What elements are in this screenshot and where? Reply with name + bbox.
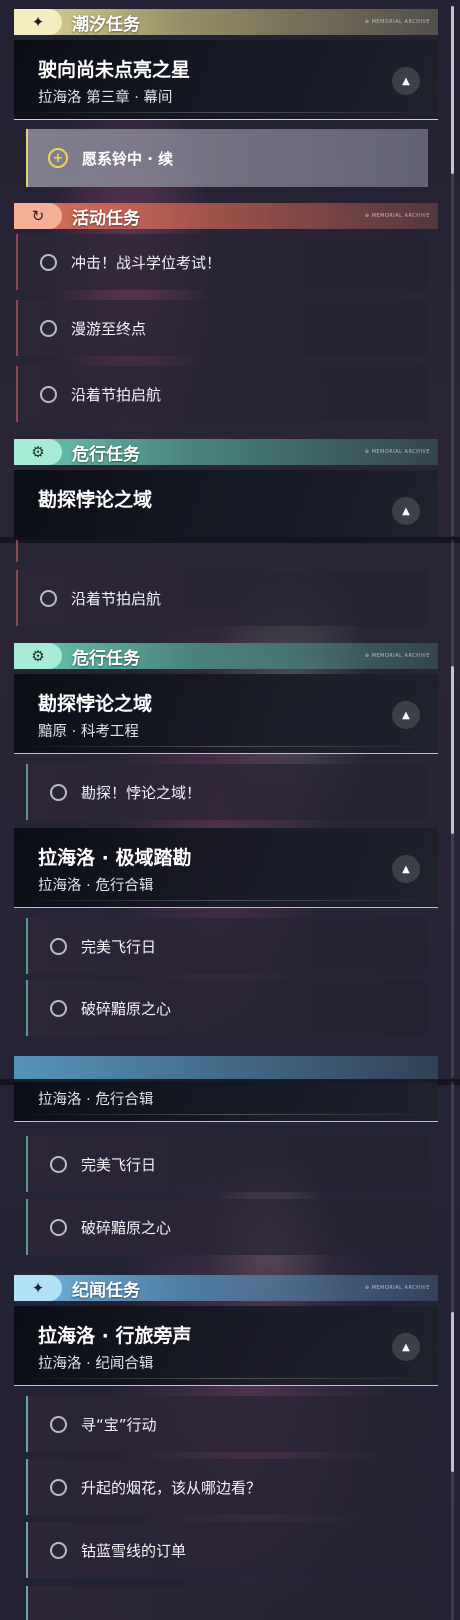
section-header-danger[interactable]: ⚙ 危行任务 ⊕ MEMORIAL ARCHIVE <box>14 643 438 669</box>
scrollbar-thumb[interactable] <box>451 666 454 834</box>
task-label: 勘探！悖论之域！ <box>81 783 202 802</box>
plus-circle-icon: + <box>48 148 68 168</box>
task-row-heart[interactable]: 破碎黯原之心 <box>26 980 428 1036</box>
task-label: 完美飞行日 <box>81 937 157 956</box>
section-header-tide[interactable]: ✦ 潮汐任务 ⊕ MEMORIAL ARCHIVE <box>14 9 438 35</box>
section-header-danger[interactable]: ⚙ 危行任务 ⊕ MEMORIAL ARCHIVE <box>14 439 438 465</box>
circle-icon <box>50 1415 67 1433</box>
screen-segment-1: ✦ 潮汐任务 ⊕ MEMORIAL ARCHIVE 驶向尚未点亮之星 拉海洛 第… <box>0 0 460 540</box>
sparkle-icon: ✦ <box>14 1275 62 1301</box>
section-title: 危行任务 <box>72 648 140 669</box>
section-title: 危行任务 <box>72 444 140 465</box>
task-row-bell[interactable]: + 愿系铃中 · 续 <box>26 129 428 187</box>
task-row-treasure[interactable]: 寻“宝”行动 <box>26 1396 428 1452</box>
section-tag: ⊕ MEMORIAL ARCHIVE <box>364 449 430 455</box>
task-row-sail[interactable]: 沿着节拍启航 <box>16 570 428 626</box>
quest-title: 驶向尚未点亮之星 <box>38 59 191 81</box>
quest-subtitle: 拉海洛 · 危行合辑 <box>38 878 154 894</box>
circle-icon <box>50 999 67 1017</box>
circle-icon <box>50 1478 67 1496</box>
quest-card-polar[interactable]: 拉海洛 · 危行合辑 <box>14 1082 438 1122</box>
task-label: 破碎黯原之心 <box>81 999 172 1018</box>
section-tag: ⊕ MEMORIAL ARCHIVE <box>364 19 430 25</box>
task-label: 寻“宝”行动 <box>81 1415 157 1434</box>
section-title: 纪闻任务 <box>72 1280 140 1301</box>
task-row-sail[interactable]: 沿着节拍启航 <box>16 366 428 422</box>
quest-card-polar[interactable]: 拉海洛 · 极域踏勘 拉海洛 · 危行合辑 ▲ <box>14 828 438 908</box>
task-label: 愿系铃中 · 续 <box>82 149 174 168</box>
task-row-stub <box>16 540 18 562</box>
quest-card-travel[interactable]: 拉海洛 · 行旅旁声 拉海洛 · 纪闻合辑 ▲ <box>14 1306 438 1386</box>
gear-icon: ⚙ <box>14 643 62 669</box>
quest-subtitle: 拉海洛 第三章 · 幕间 <box>38 90 173 106</box>
task-label: 破碎黯原之心 <box>81 1218 172 1237</box>
task-row-partial[interactable] <box>26 1586 428 1620</box>
section-tag: ⊕ MEMORIAL ARCHIVE <box>364 213 430 219</box>
task-label: 漫游至终点 <box>71 319 147 338</box>
collapse-icon[interactable]: ▲ <box>392 701 420 729</box>
circle-icon <box>40 589 57 607</box>
task-label: 冲击！战斗学位考试！ <box>71 253 222 272</box>
collapse-icon[interactable]: ▲ <box>392 67 420 95</box>
section-tag: ⊕ MEMORIAL ARCHIVE <box>364 1285 430 1291</box>
section-tag: ⊕ MEMORIAL ARCHIVE <box>364 653 430 659</box>
refresh-icon: ↻ <box>14 203 62 229</box>
quest-title: 勘探悖论之域 <box>38 693 153 715</box>
section-title: 活动任务 <box>72 208 140 229</box>
quest-subtitle: 黯原 · 科考工程 <box>38 724 139 740</box>
task-row-heart[interactable]: 破碎黯原之心 <box>26 1199 428 1255</box>
task-label: 升起的烟花，该从哪边看？ <box>81 1478 262 1497</box>
quest-card-paradox[interactable]: 勘探悖论之域 黯原 · 科考工程 ▲ <box>14 674 438 754</box>
task-row-explore[interactable]: 勘探！悖论之域！ <box>26 764 428 820</box>
quest-card-star[interactable]: 驶向尚未点亮之星 拉海洛 第三章 · 幕间 ▲ <box>14 40 438 120</box>
gear-icon: ⚙ <box>14 439 62 465</box>
task-row-order[interactable]: 钴蓝雪线的订单 <box>26 1522 428 1578</box>
scrollbar-thumb[interactable] <box>451 1312 454 1472</box>
circle-icon <box>40 319 57 337</box>
quest-title: 拉海洛 · 极域踏勘 <box>38 847 192 869</box>
circle-icon <box>50 1218 67 1236</box>
task-label: 沿着节拍启航 <box>71 385 162 404</box>
section-header-lore[interactable]: ✦ 纪闻任务 ⊕ MEMORIAL ARCHIVE <box>14 1275 438 1301</box>
task-label: 完美飞行日 <box>81 1155 157 1174</box>
screen-segment-2: 沿着节拍启航 ⚙ 危行任务 ⊕ MEMORIAL ARCHIVE 勘探悖论之域 … <box>0 540 460 1082</box>
task-label: 钴蓝雪线的订单 <box>81 1541 187 1560</box>
task-row-flight[interactable]: 完美飞行日 <box>26 918 428 974</box>
circle-icon <box>50 1155 67 1173</box>
screen-segment-3: 拉海洛 · 危行合辑 完美飞行日 破碎黯原之心 ✦ 纪闻任务 ⊕ MEMORIA… <box>0 1082 460 1620</box>
task-row-exam[interactable]: 冲击！战斗学位考试！ <box>16 234 428 290</box>
quest-subtitle: 拉海洛 · 危行合辑 <box>38 1092 154 1108</box>
circle-icon <box>50 783 67 801</box>
collapse-icon[interactable]: ▲ <box>392 855 420 883</box>
circle-icon <box>40 385 57 403</box>
task-row-roam[interactable]: 漫游至终点 <box>16 300 428 356</box>
section-header-event[interactable]: ↻ 活动任务 ⊕ MEMORIAL ARCHIVE <box>14 203 438 229</box>
section-title: 潮汐任务 <box>72 14 140 35</box>
quest-subtitle: 拉海洛 · 纪闻合辑 <box>38 1356 154 1372</box>
collapse-icon[interactable]: ▲ <box>392 497 420 525</box>
task-label: 沿着节拍启航 <box>71 589 162 608</box>
circle-icon <box>50 937 67 955</box>
circle-icon <box>40 253 57 271</box>
quest-title: 勘探悖论之域 <box>38 489 153 511</box>
collapse-icon[interactable]: ▲ <box>392 1333 420 1361</box>
task-row-fireworks[interactable]: 升起的烟花，该从哪边看？ <box>26 1459 428 1515</box>
scrollbar-thumb[interactable] <box>451 6 454 174</box>
sparkle-icon: ✦ <box>14 9 62 35</box>
quest-title: 拉海洛 · 行旅旁声 <box>38 1325 192 1347</box>
task-row-flight[interactable]: 完美飞行日 <box>26 1136 428 1192</box>
quest-card-paradox[interactable]: 勘探悖论之域 ▲ <box>14 470 438 540</box>
circle-icon <box>50 1541 67 1559</box>
